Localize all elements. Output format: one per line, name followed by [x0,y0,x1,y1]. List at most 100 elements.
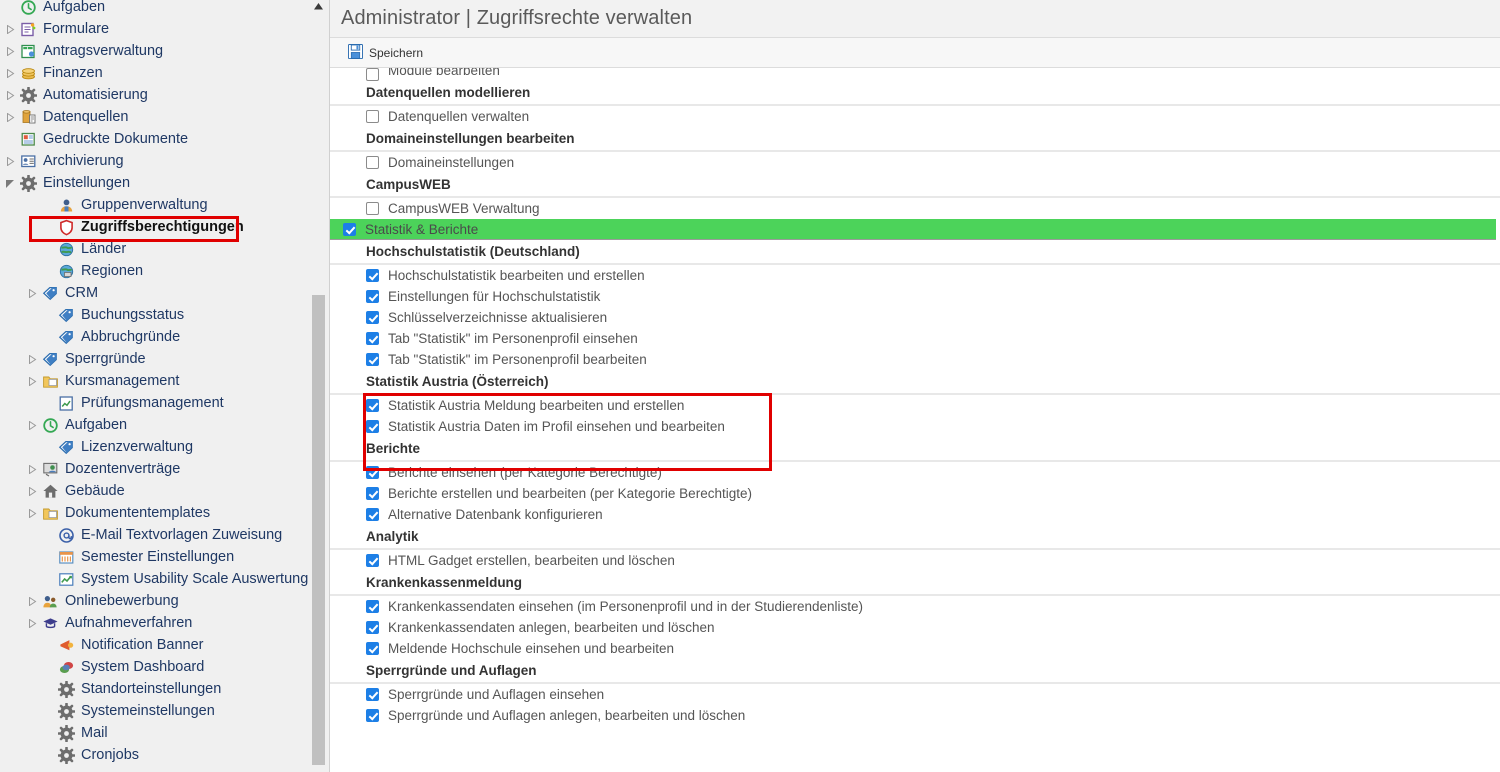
chevron-down-icon[interactable] [2,172,18,194]
sidebar-item-system-usability-scale-auswertung[interactable]: System Usability Scale Auswertung [0,568,310,590]
module-checkbox[interactable] [343,222,356,236]
sidebar-item-system-dashboard[interactable]: System Dashboard [0,656,310,678]
chevron-right-icon[interactable] [24,458,40,480]
permission-checkbox[interactable] [366,110,379,123]
module-row-selected[interactable]: Statistik & Berichte [330,219,1496,240]
chevron-right-icon[interactable] [24,370,40,392]
permission-row[interactable]: CampusWEB Verwaltung [330,198,1500,219]
sidebar-item-dokumententemplates[interactable]: Dokumententemplates [0,502,310,524]
sidebar-item-label: Regionen [81,262,144,279]
chevron-right-icon[interactable] [2,18,18,40]
sidebar-item-zugriffsberechtigungen[interactable]: Zugriffsberechtigungen [0,216,310,238]
sidebar-item-buchungsstatus[interactable]: Buchungsstatus [0,304,310,326]
sidebar-item-archivierung[interactable]: Archivierung [0,150,310,172]
permission-row[interactable]: Alternative Datenbank konfigurieren [330,504,1500,525]
sidebar-item-antragsverwaltung[interactable]: Antragsverwaltung [0,40,310,62]
chevron-right-icon[interactable] [24,590,40,612]
chevron-right-icon[interactable] [2,40,18,62]
permission-row[interactable]: Berichte einsehen (per Kategorie Berecht… [330,462,1500,483]
permission-row[interactable]: Sperrgründe und Auflagen anlegen, bearbe… [330,705,1500,726]
permission-checkbox[interactable] [366,487,379,500]
chevron-right-icon[interactable] [2,62,18,84]
sidebar-item-automatisierung[interactable]: Automatisierung [0,84,310,106]
chevron-right-icon[interactable] [24,414,40,436]
sidebar-item-regionen[interactable]: Regionen [0,260,310,282]
sidebar-item-mail[interactable]: Mail [0,722,310,744]
permission-row[interactable]: Module bearbeiten [330,68,1500,81]
chevron-right-icon[interactable] [24,502,40,524]
permission-row[interactable]: Datenquellen verwalten [330,106,1500,127]
chevron-right-icon[interactable] [24,282,40,304]
chevron-right-icon[interactable] [24,612,40,634]
chevron-right-icon[interactable] [24,480,40,502]
permission-row[interactable]: Krankenkassendaten anlegen, bearbeiten u… [330,617,1500,638]
permission-row[interactable]: Meldende Hochschule einsehen und bearbei… [330,638,1500,659]
permission-checkbox[interactable] [366,269,379,282]
permission-checkbox[interactable] [366,332,379,345]
sidebar-item-label: Automatisierung [43,86,148,103]
permission-checkbox[interactable] [366,420,379,433]
sidebar-item-gruppenverwaltung[interactable]: Gruppenverwaltung [0,194,310,216]
save-button[interactable]: Speichern [344,42,427,64]
permission-row[interactable]: Statistik Austria Daten im Profil einseh… [330,416,1500,437]
permission-checkbox[interactable] [366,156,379,169]
permission-row[interactable]: Hochschulstatistik bearbeiten und erstel… [330,265,1500,286]
caret-up-icon[interactable] [312,0,325,13]
sidebar-scrollbar[interactable] [312,0,325,772]
permission-checkbox[interactable] [366,554,379,567]
sidebar-item-lizenzverwaltung[interactable]: Lizenzverwaltung [0,436,310,458]
permission-checkbox[interactable] [366,311,379,324]
chevron-right-icon[interactable] [2,84,18,106]
permission-row[interactable]: Sperrgründe und Auflagen einsehen [330,684,1500,705]
permission-row[interactable]: Domaineinstellungen [330,152,1500,173]
permission-checkbox[interactable] [366,642,379,655]
permission-row[interactable]: Schlüsselverzeichnisse aktualisieren [330,307,1500,328]
permission-checkbox[interactable] [366,621,379,634]
permission-checkbox[interactable] [366,202,379,215]
sidebar-item-formulare[interactable]: Formulare [0,18,310,40]
sidebar-item-e-mail-textvorlagen-zuweisung[interactable]: E-Mail Textvorlagen Zuweisung [0,524,310,546]
permission-checkbox[interactable] [366,709,379,722]
permission-checkbox[interactable] [366,399,379,412]
sidebar-item-kursmanagement[interactable]: Kursmanagement [0,370,310,392]
sidebar-item-aufnahmeverfahren[interactable]: Aufnahmeverfahren [0,612,310,634]
permission-row[interactable]: HTML Gadget erstellen, bearbeiten und lö… [330,550,1500,571]
sidebar-item-systemeinstellungen[interactable]: Systemeinstellungen [0,700,310,722]
permission-checkbox[interactable] [366,508,379,521]
sidebar-item-gedruckte-dokumente[interactable]: Gedruckte Dokumente [0,128,310,150]
sidebar-scrollbar-thumb[interactable] [312,295,325,765]
permission-row[interactable]: Statistik Austria Meldung bearbeiten und… [330,395,1500,416]
permission-row[interactable]: Tab "Statistik" im Personenprofil bearbe… [330,349,1500,370]
sidebar-item-einstellungen[interactable]: Einstellungen [0,172,310,194]
permission-row[interactable]: Krankenkassendaten einsehen (im Personen… [330,596,1500,617]
sidebar-item-onlinebewerbung[interactable]: Onlinebewerbung [0,590,310,612]
sidebar-item-prüfungsmanagement[interactable]: Prüfungsmanagement [0,392,310,414]
permission-checkbox[interactable] [366,688,379,701]
sidebar-item-semester-einstellungen[interactable]: Semester Einstellungen [0,546,310,568]
sidebar-item-dozentenverträge[interactable]: Dozentenverträge [0,458,310,480]
sidebar-item-finanzen[interactable]: Finanzen [0,62,310,84]
sidebar-item-cronjobs[interactable]: Cronjobs [0,744,310,766]
permission-row[interactable]: Einstellungen für Hochschulstatistik [330,286,1500,307]
sidebar-item-notification-banner[interactable]: Notification Banner [0,634,310,656]
sidebar-item-abbruchgründe[interactable]: Abbruchgründe [0,326,310,348]
sidebar-item-aufgaben[interactable]: Aufgaben [0,414,310,436]
sidebar-item-länder[interactable]: Länder [0,238,310,260]
permission-checkbox[interactable] [366,600,379,613]
sidebar-item-crm[interactable]: CRM [0,282,310,304]
chevron-right-icon[interactable] [24,348,40,370]
sidebar-item-standorteinstellungen[interactable]: Standorteinstellungen [0,678,310,700]
permission-checkbox[interactable] [366,353,379,366]
sidebar-item-datenquellen[interactable]: Datenquellen [0,106,310,128]
permission-checkbox[interactable] [366,466,379,479]
chevron-right-icon[interactable] [2,150,18,172]
permission-checkbox[interactable] [366,68,379,81]
sidebar-item-sperrgründe[interactable]: Sperrgründe [0,348,310,370]
permission-row[interactable]: Tab "Statistik" im Personenprofil einseh… [330,328,1500,349]
chevron-right-icon[interactable] [2,106,18,128]
sidebar-item-gebäude[interactable]: Gebäude [0,480,310,502]
sidebar-item-aufgaben[interactable]: Aufgaben [0,0,310,18]
permission-row[interactable]: Berichte erstellen und bearbeiten (per K… [330,483,1500,504]
permission-checkbox[interactable] [366,290,379,303]
